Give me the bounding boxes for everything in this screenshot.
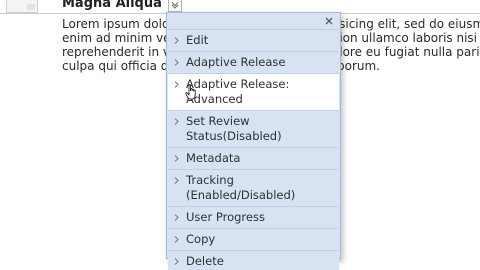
menu-item-user-progress[interactable]: User Progress	[168, 206, 339, 228]
chevron-right-icon	[174, 55, 181, 70]
document-icon	[6, 0, 38, 13]
chevron-right-icon	[174, 114, 181, 129]
menu-item-adaptive-release[interactable]: Adaptive Release	[168, 51, 339, 73]
menu-item-label: Adaptive Release	[186, 55, 286, 69]
document-fold	[27, 4, 35, 10]
context-menu-list: Edit Adaptive Release Adaptive Release: Adv…	[168, 29, 339, 270]
menu-item-label: Edit	[186, 33, 209, 47]
chevron-right-icon	[174, 210, 181, 225]
menu-item-delete[interactable]: Delete	[168, 250, 339, 270]
page: Magna Aliqua Lorem ipsum dolor sit amet,…	[0, 0, 480, 270]
menu-item-label: User Progress	[186, 210, 265, 224]
chevron-right-icon	[174, 33, 181, 48]
menu-item-label: Copy	[186, 232, 216, 246]
chevron-right-icon	[174, 151, 181, 166]
menu-item-edit[interactable]: Edit	[168, 29, 339, 51]
close-icon[interactable]	[324, 16, 334, 26]
context-menu-header	[167, 13, 340, 29]
chevron-down-icon	[171, 2, 179, 9]
menu-item-label: Advanced	[186, 92, 243, 106]
close-glyph	[325, 17, 333, 25]
menu-item-copy[interactable]: Copy	[168, 228, 339, 250]
item-title-row: Magna Aliqua	[62, 0, 182, 14]
chevron-right-icon	[174, 77, 181, 92]
menu-item-label: Metadata	[186, 151, 241, 165]
menu-item-set-review-status[interactable]: Set Review Status(Disabled)	[168, 110, 339, 147]
menu-item-label: (Enabled/Disabled)	[186, 188, 296, 202]
menu-item-label: Set Review	[186, 114, 250, 128]
chevron-right-icon	[174, 173, 181, 188]
item-title[interactable]: Magna Aliqua	[62, 0, 162, 11]
context-menu: Edit Adaptive Release Adaptive Release: Adv…	[166, 12, 341, 270]
menu-item-label: Adaptive Release:	[186, 77, 290, 91]
menu-item-label: Status(Disabled)	[186, 129, 282, 143]
menu-item-metadata[interactable]: Metadata	[168, 147, 339, 169]
hand-cursor-icon	[185, 84, 196, 100]
chevron-right-icon	[174, 232, 181, 247]
item-options-button[interactable]	[167, 0, 182, 12]
chevron-right-icon	[174, 254, 181, 269]
menu-item-tracking[interactable]: Tracking (Enabled/Disabled)	[168, 169, 339, 206]
menu-item-label: Delete	[186, 254, 224, 268]
menu-item-label: Tracking	[186, 173, 234, 187]
